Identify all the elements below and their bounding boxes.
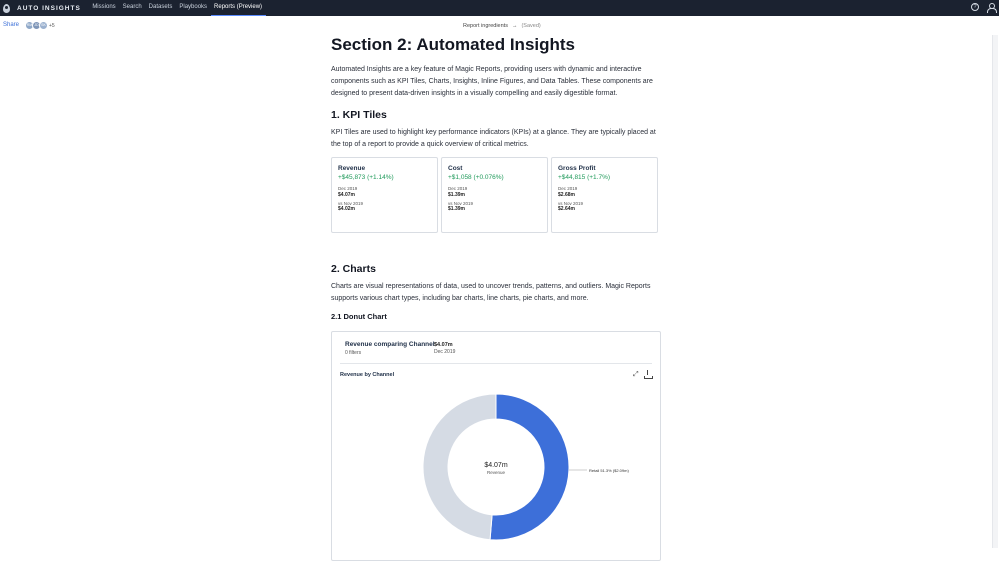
kpi-delta: +$1,058 (+0.076%) <box>448 174 504 181</box>
nav-actions: ? <box>971 3 997 13</box>
slice-label: Retail 51.3% ($2.09m) <box>589 468 629 473</box>
nav-datasets[interactable]: Datasets <box>145 0 176 16</box>
charts-heading: 2. Charts <box>331 263 376 275</box>
share-button[interactable]: Share <box>3 22 19 28</box>
charts-line: supports various chart types, including … <box>331 294 589 302</box>
kpi-previous: $4.02m <box>338 206 355 212</box>
avatar: SK <box>39 21 48 30</box>
kpi-paragraph: KPI Tiles are used to highlight key perf… <box>331 127 661 151</box>
avatars-more-count: +5 <box>49 22 55 29</box>
kpi-name: Gross Profit <box>558 165 596 172</box>
section-title: Section 2: Automated Insights <box>331 35 576 54</box>
nav-search[interactable]: Search <box>119 0 145 16</box>
intro-line: components such as KPI Tiles, Charts, In… <box>331 77 653 85</box>
kpi-line: KPI Tiles are used to highlight key perf… <box>331 129 656 136</box>
main-nav: Missions Search Datasets Playbooks Repor… <box>89 0 266 16</box>
nav-reports[interactable]: Reports (Preview) <box>210 0 266 16</box>
donut-center-label: Revenue <box>487 470 506 475</box>
brand-name: AUTO INSIGHTS <box>17 4 81 12</box>
nav-playbooks[interactable]: Playbooks <box>176 0 211 16</box>
donut-center-value: $4.07m <box>484 462 508 469</box>
charts-paragraph: Charts are visual representations of dat… <box>331 281 661 305</box>
kpi-line: the top of a report to provide a quick o… <box>331 140 529 148</box>
app-logo[interactable]: AUTO INSIGHTS <box>3 0 81 16</box>
kpi-delta: +$44,815 (+1.7%) <box>558 174 611 181</box>
kpi-value: $4.07m <box>338 191 355 198</box>
nav-missions[interactable]: Missions <box>89 0 119 16</box>
kpi-previous: $1.39m <box>448 206 465 212</box>
breadcrumb-item[interactable]: Report ingredients <box>463 23 508 29</box>
kpi-previous: $2.64m <box>558 206 575 212</box>
kpi-tile-gross-profit[interactable]: Gross Profit +$44,815 (+1.7%) Dec 2019 $… <box>551 157 658 233</box>
donut-heading: 2.1 Donut Chart <box>331 312 387 321</box>
intro-paragraph: Automated Insights are a key feature of … <box>331 64 661 99</box>
kpi-tiles: Revenue +$45,873 (+1.14%) Dec 2019 $4.07… <box>331 157 658 233</box>
scrollbar[interactable] <box>992 35 998 548</box>
collaborator-avatars[interactable]: RM JD SK +5 <box>25 21 55 30</box>
kpi-heading: 1. KPI Tiles <box>331 109 387 121</box>
logo-icon <box>3 3 10 13</box>
breadcrumb-separator: → <box>511 23 518 29</box>
user-icon[interactable] <box>987 3 997 13</box>
kpi-name: Cost <box>448 165 463 172</box>
intro-line: designed to present data-driven insights… <box>331 89 618 97</box>
donut-chart-card[interactable]: Revenue comparing Channel 0 filters $4.0… <box>331 331 661 561</box>
help-icon[interactable]: ? <box>971 3 979 11</box>
kpi-delta: +$45,873 (+1.14%) <box>338 174 394 181</box>
donut-chart: $4.07m Revenue Retail 51.3% ($2.09m) <box>422 393 629 541</box>
kpi-tile-cost[interactable]: Cost +$1,058 (+0.076%) Dec 2019 $1.39m v… <box>441 157 548 233</box>
top-navigation-bar: AUTO INSIGHTS Missions Search Datasets P… <box>0 0 999 16</box>
intro-line: Automated Insights are a key feature of … <box>331 66 642 73</box>
save-status: (Saved) <box>521 23 541 29</box>
kpi-value: $2.68m <box>558 191 575 198</box>
kpi-tile-revenue[interactable]: Revenue +$45,873 (+1.14%) Dec 2019 $4.07… <box>331 157 438 233</box>
kpi-name: Revenue <box>338 165 366 172</box>
kpi-value: $1.39m <box>448 191 465 198</box>
breadcrumb: Report ingredients → (Saved) <box>463 23 541 29</box>
charts-line: Charts are visual representations of dat… <box>331 283 651 290</box>
